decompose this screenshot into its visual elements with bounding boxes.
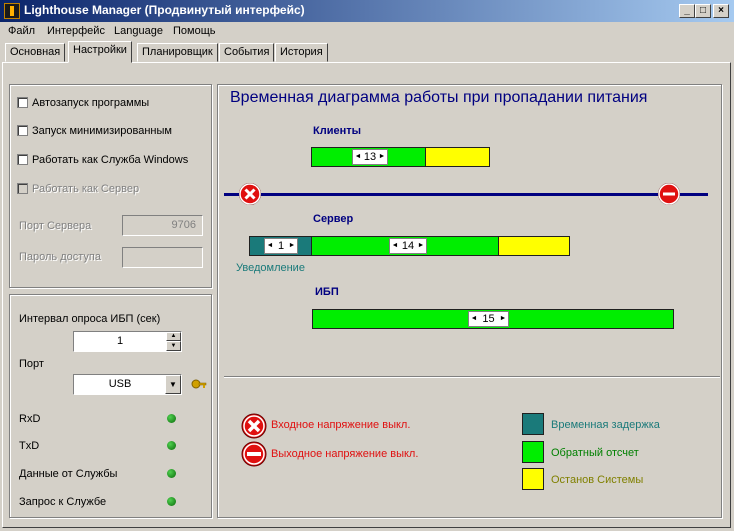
clients-countdown-spinner[interactable]: ◄ 13 ► — [352, 149, 388, 165]
ups-countdown-value: 15 — [482, 313, 495, 325]
autostart-checkbox[interactable] — [17, 97, 28, 108]
tab-scheduler[interactable]: Планировщик — [137, 43, 218, 62]
diagram-title: Временная диаграмма работы при пропадани… — [230, 89, 648, 106]
server-countdown-value: 14 — [401, 240, 415, 252]
ups-label: ИБП — [315, 286, 339, 298]
chevron-down-icon[interactable]: ▼ — [165, 375, 181, 394]
menu-help[interactable]: Помощь — [173, 25, 216, 37]
legend-shutdown-label: Останов Системы — [551, 474, 644, 486]
rxd-led-icon — [167, 414, 176, 423]
legend-delay-label: Временная задержка — [551, 419, 660, 431]
title-bar: Lighthouse Manager (Продвинутый интерфей… — [0, 0, 734, 22]
autostart-label: Автозапуск программы — [32, 97, 150, 109]
legend-countdown-label: Обратный отсчет — [551, 447, 639, 459]
legend-output-off-label: Выходное напряжение выкл. — [271, 448, 419, 460]
legend-countdown-swatch — [522, 441, 544, 463]
server-delay-spinner[interactable]: ◄ 1 ► — [264, 238, 298, 254]
menu-bar: Файл Интерфейс Language Помощь — [0, 22, 734, 41]
txd-led-icon — [167, 441, 176, 450]
legend-input-off-label: Входное напряжение выкл. — [271, 419, 411, 431]
input-power-off-icon — [239, 183, 261, 205]
clients-shutdown-bar — [425, 147, 490, 167]
server-label: Сервер — [313, 213, 354, 225]
legend-divider — [224, 376, 720, 378]
menu-interface[interactable]: Интерфейс — [47, 25, 105, 37]
server-port-label: Порт Сервера — [19, 220, 92, 232]
port-label: Порт — [19, 358, 44, 370]
legend-shutdown-swatch — [522, 468, 544, 490]
spin-up-button[interactable]: ▲ — [166, 332, 181, 341]
password-label: Пароль доступа — [19, 251, 101, 263]
tab-events[interactable]: События — [219, 43, 275, 62]
run-as-server-label: Работать как Сервер — [32, 183, 140, 195]
poll-interval-value: 1 — [116, 335, 124, 347]
maximize-button[interactable]: □ — [695, 4, 711, 18]
port-select[interactable]: USB ▼ — [73, 374, 182, 395]
legend-input-off-icon — [241, 413, 267, 439]
key-icon[interactable] — [191, 378, 207, 390]
txd-label: TxD — [19, 440, 40, 452]
menu-language[interactable]: Language — [114, 25, 163, 37]
start-minimized-label: Запуск минимизированным — [32, 125, 172, 137]
timeline-line — [224, 193, 708, 196]
start-minimized-checkbox[interactable] — [17, 125, 28, 136]
service-data-label: Данные от Службы — [19, 468, 118, 480]
minimize-button[interactable]: _ — [679, 4, 695, 18]
server-delay-value: 1 — [277, 240, 285, 252]
rxd-label: RxD — [19, 413, 41, 425]
lighthouse-icon — [4, 3, 20, 19]
window-title: Lighthouse Manager (Продвинутый интерфей… — [24, 3, 305, 17]
ups-countdown-spinner[interactable]: ◄ 15 ► — [468, 311, 509, 327]
port-select-value: USB — [108, 378, 132, 390]
tab-settings[interactable]: Настройки — [68, 41, 132, 63]
clients-label: Клиенты — [313, 125, 362, 137]
run-as-service-checkbox[interactable] — [17, 154, 28, 165]
password-field[interactable] — [122, 247, 203, 268]
poll-interval-spinner[interactable]: 1 ▲ ▼ — [73, 331, 182, 352]
poll-interval-label: Интервал опроса ИБП (сек) — [19, 313, 161, 325]
service-request-label: Запрос к Службе — [19, 496, 107, 508]
legend-output-off-icon — [241, 441, 267, 467]
server-countdown-spinner[interactable]: ◄ 14 ► — [389, 238, 427, 254]
legend-delay-swatch — [522, 413, 544, 435]
server-port-field[interactable]: 9706 — [122, 215, 203, 236]
tab-history[interactable]: История — [275, 43, 328, 62]
tab-main[interactable]: Основная — [5, 43, 66, 62]
run-as-server-checkbox[interactable] — [17, 183, 28, 194]
clients-countdown-value: 13 — [363, 151, 377, 163]
service-request-led-icon — [167, 497, 176, 506]
ups-group — [9, 294, 212, 518]
server-shutdown-bar — [498, 236, 570, 256]
service-data-led-icon — [167, 469, 176, 478]
menu-file[interactable]: Файл — [8, 25, 35, 37]
output-power-off-icon — [658, 183, 680, 205]
close-button[interactable]: × — [713, 4, 729, 18]
run-as-service-label: Работать как Служба Windows — [32, 154, 189, 166]
spin-down-button[interactable]: ▼ — [166, 341, 181, 351]
notification-label: Уведомление — [236, 262, 305, 274]
